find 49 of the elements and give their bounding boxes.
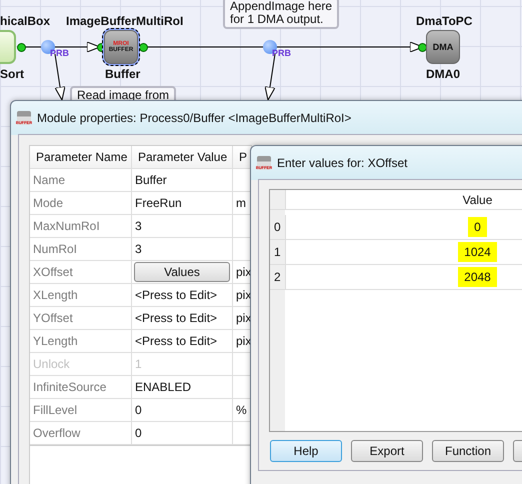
parameter-value[interactable]: 3	[132, 238, 233, 261]
parameter-value[interactable]: Buffer	[132, 169, 233, 192]
parameter-value[interactable]: <Press to Edit>	[132, 307, 233, 330]
parameter-name: YOffset	[30, 307, 132, 330]
port[interactable]	[139, 43, 148, 52]
parameter-value[interactable]: 0	[132, 399, 233, 422]
probe-label: PRB	[272, 48, 292, 58]
column-header[interactable]: Value	[285, 190, 522, 210]
parameter-value[interactable]: 3	[132, 215, 233, 238]
column-header[interactable]: P	[233, 146, 252, 169]
module-name-label: Sort	[0, 67, 24, 81]
parameter-name: InfiniteSource	[30, 376, 132, 399]
dialog-button[interactable]: Help	[270, 440, 342, 462]
column-header[interactable]: Parameter Name	[30, 146, 132, 169]
parameter-name: YLength	[30, 330, 132, 353]
values-button[interactable]: Values	[134, 262, 230, 282]
value-cell[interactable]: 1024	[458, 242, 497, 262]
window-title: Module properties: Process0/Buffer <ImageBufferMultiRoI>	[37, 110, 352, 124]
icon-label: DMA	[432, 42, 454, 52]
parameter-value[interactable]: ENABLED	[132, 376, 233, 399]
value-cell[interactable]: 0	[468, 217, 487, 237]
note-text: for 1 DMA output.	[230, 13, 324, 26]
parameter-value[interactable]: 0	[132, 422, 233, 445]
dialog-button[interactable]: Function	[432, 440, 504, 462]
parameter-name: Name	[30, 169, 132, 192]
parameter-value[interactable]: <Press to Edit>	[132, 284, 233, 307]
parameter-name: Mode	[30, 192, 132, 215]
module-name-label: Buffer	[105, 67, 140, 81]
module-type-label: DmaToPC	[416, 14, 472, 28]
probe-label: PRB	[50, 48, 70, 58]
parameter-name: FillLevel	[30, 399, 132, 422]
port[interactable]	[17, 43, 26, 52]
parameter-name: MaxNumRoI	[30, 215, 132, 238]
value-cell[interactable]: 2048	[458, 267, 497, 287]
dialog-button[interactable]: Export	[351, 440, 423, 462]
parameter-name: Unlock	[30, 353, 132, 376]
note-text: AppendImage here	[230, 0, 332, 13]
module-type-label: ImageBufferMultiRoI	[66, 14, 184, 28]
parameter-name: Overflow	[30, 422, 132, 445]
parameter-name: XLength	[30, 284, 132, 307]
column-header[interactable]: Parameter Value	[132, 146, 233, 169]
module-node[interactable]: DMA	[426, 30, 460, 64]
module-type-label: hicalBox	[0, 14, 50, 28]
module-name-label: DMA0	[426, 67, 460, 81]
window-title: Enter values for: XOffset	[277, 156, 408, 170]
parameter-value[interactable]: <Press to Edit>	[132, 330, 233, 353]
parameter-name: NumRoI	[30, 238, 132, 261]
parameter-name: XOffset	[30, 261, 132, 284]
parameter-value[interactable]: FreeRun	[132, 192, 233, 215]
